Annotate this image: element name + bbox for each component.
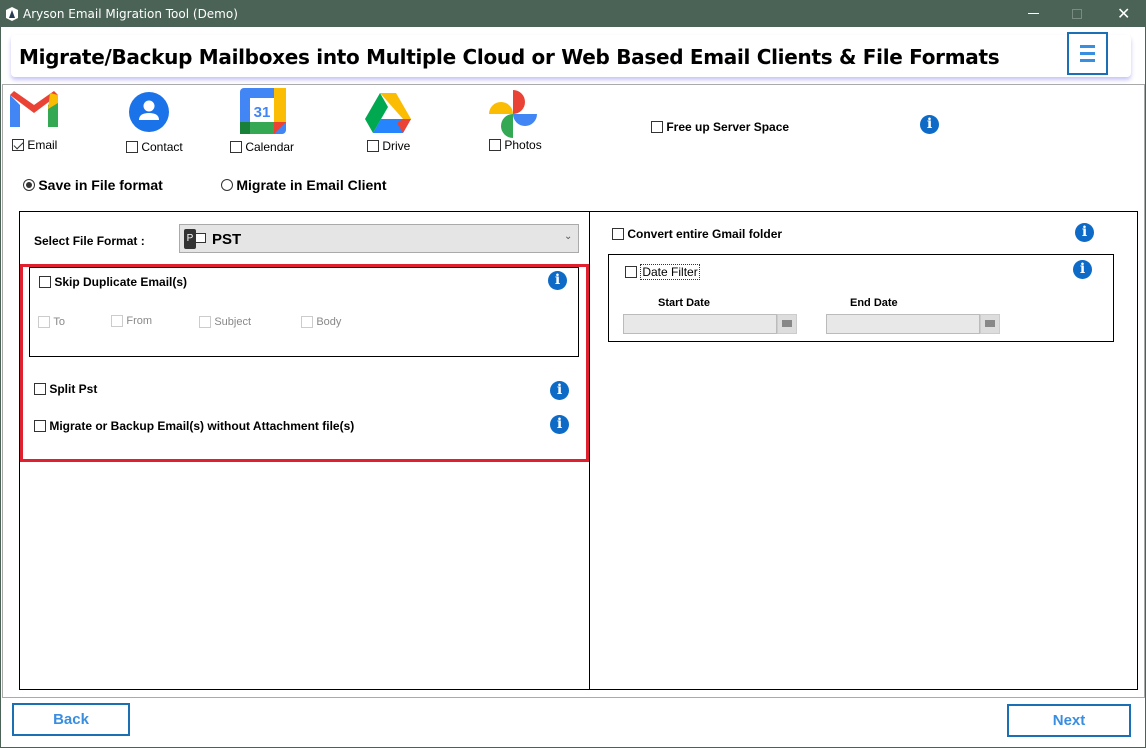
page-title: Migrate/Backup Mailboxes into Multiple C… (19, 45, 1000, 69)
radio-button[interactable] (23, 179, 35, 191)
close-button[interactable]: ✕ (1117, 4, 1130, 23)
info-icon[interactable]: i (550, 381, 569, 400)
date-filter-checkbox[interactable] (625, 265, 637, 278)
service-calendar[interactable]: Calendar (230, 139, 294, 154)
dup-field-subject[interactable]: Subject (199, 314, 251, 328)
checkbox[interactable] (38, 315, 50, 328)
email-checkbox[interactable] (12, 138, 24, 151)
window-title: Aryson Email Migration Tool (Demo) (23, 7, 238, 21)
checkbox[interactable] (301, 315, 313, 328)
service-email[interactable]: Email (12, 137, 57, 152)
end-date-label: End Date (850, 297, 898, 309)
info-icon[interactable]: i (550, 415, 569, 434)
split-pst-checkbox[interactable] (34, 382, 46, 395)
select-file-format-label: Select File Format : (34, 234, 145, 248)
date-filter-option[interactable]: Date Filter (625, 263, 700, 280)
dup-field-body[interactable]: Body (301, 314, 341, 328)
minimize-button[interactable] (1028, 13, 1039, 14)
dup-field-to[interactable]: To (38, 314, 65, 328)
start-date-label: Start Date (658, 297, 710, 309)
contact-checkbox[interactable] (126, 140, 138, 153)
drive-icon (365, 93, 411, 133)
radio-button[interactable] (221, 179, 233, 191)
radio-migrate-email-client[interactable]: Migrate in Email Client (221, 177, 386, 193)
menu-button[interactable] (1067, 32, 1108, 75)
convert-gmail-checkbox[interactable] (612, 227, 624, 240)
end-date-picker-button[interactable] (980, 314, 1000, 334)
service-contact[interactable]: Contact (126, 139, 183, 154)
info-icon[interactable]: i (920, 115, 939, 134)
photos-icon (489, 90, 537, 138)
photos-checkbox[interactable] (489, 138, 501, 151)
free-space-checkbox[interactable] (651, 120, 663, 133)
maximize-button[interactable] (1072, 9, 1082, 19)
dup-field-from[interactable]: From (111, 313, 152, 327)
checkbox[interactable] (111, 314, 123, 327)
chevron-down-icon: ⌄ (564, 231, 573, 242)
convert-gmail-option[interactable]: Convert entire Gmail folder (612, 226, 782, 241)
title-bar: Aryson Email Migration Tool (Demo) ✕ (1, 1, 1146, 27)
next-button[interactable]: Next (1007, 704, 1131, 737)
skip-duplicate-option[interactable]: Skip Duplicate Email(s) (39, 274, 187, 289)
service-photos[interactable]: Photos (489, 137, 542, 152)
info-icon[interactable]: i (1075, 223, 1094, 242)
calendar-checkbox[interactable] (230, 140, 242, 153)
radio-save-file-format[interactable]: Save in File format (23, 177, 163, 193)
file-format-dropdown[interactable]: P PST ⌄ (179, 224, 579, 253)
calendar-icon: 31 (240, 88, 286, 134)
start-date-input[interactable] (623, 314, 777, 334)
service-drive[interactable]: Drive (367, 138, 410, 153)
info-icon[interactable]: i (548, 271, 567, 290)
checkbox[interactable] (199, 315, 211, 328)
end-date-input[interactable] (826, 314, 980, 334)
start-date-picker-button[interactable] (777, 314, 797, 334)
contacts-icon (129, 92, 169, 132)
back-button[interactable]: Back (12, 703, 130, 736)
drive-checkbox[interactable] (367, 139, 379, 152)
skip-duplicate-checkbox[interactable] (39, 275, 51, 288)
split-pst-option[interactable]: Split Pst (34, 381, 97, 396)
no-attachment-option[interactable]: Migrate or Backup Email(s) without Attac… (34, 418, 354, 433)
header-banner: Migrate/Backup Mailboxes into Multiple C… (11, 35, 1131, 77)
calendar-day: 31 (254, 104, 271, 121)
gmail-icon (10, 91, 58, 127)
info-icon[interactable]: i (1073, 260, 1092, 279)
free-space-option[interactable]: Free up Server Space (651, 119, 789, 134)
menu-icon (1080, 45, 1095, 48)
app-logo-icon (6, 7, 18, 21)
no-attachment-checkbox[interactable] (34, 419, 46, 432)
